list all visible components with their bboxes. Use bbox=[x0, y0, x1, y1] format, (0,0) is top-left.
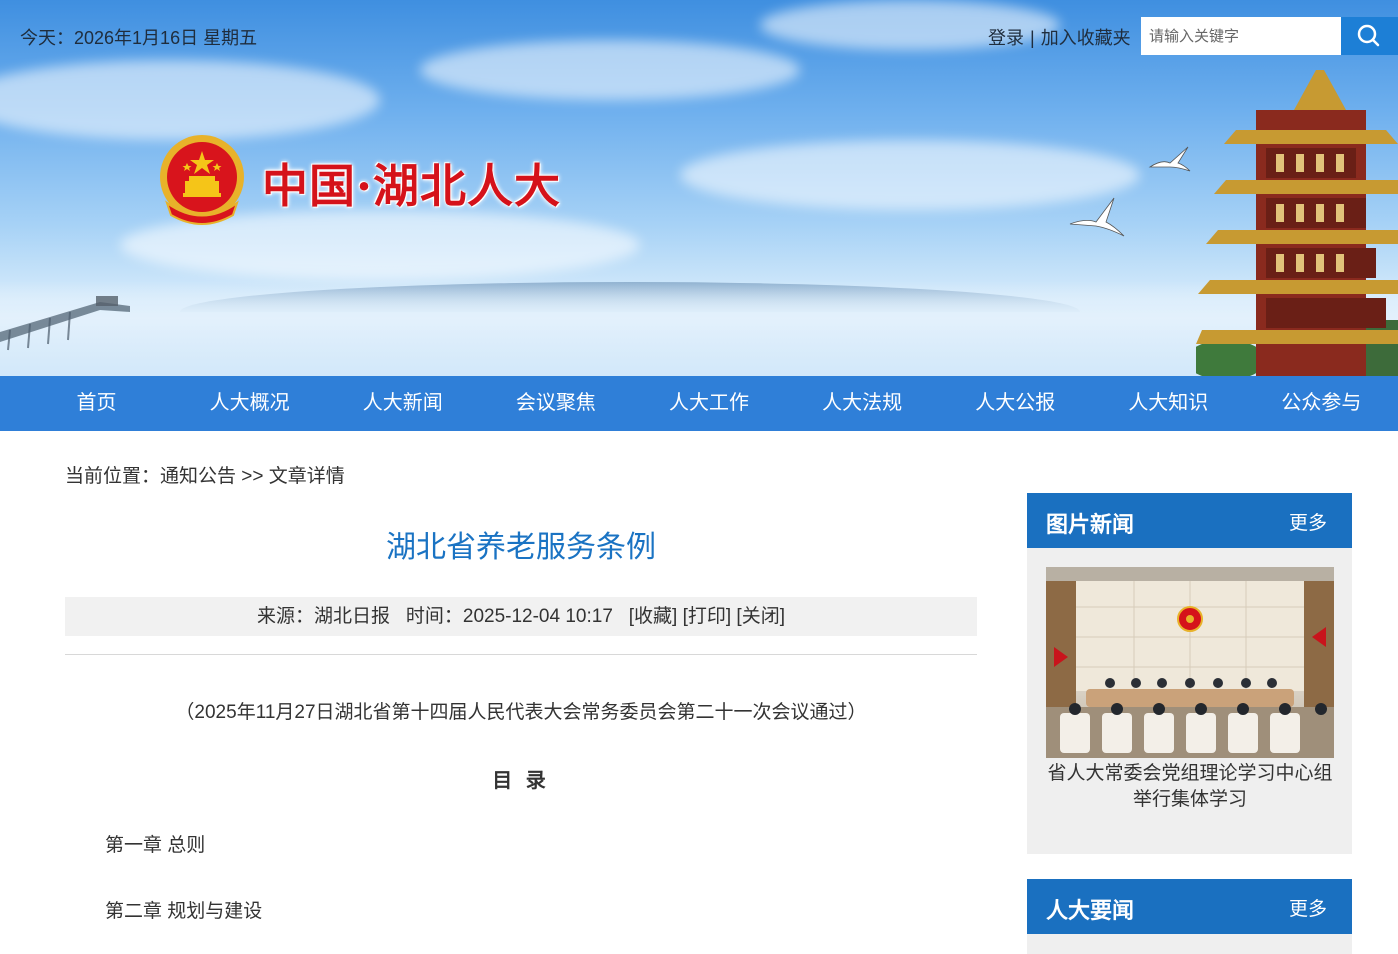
nav-item-news[interactable]: 人大新闻 bbox=[326, 376, 479, 431]
article-divider bbox=[65, 654, 977, 655]
favorite-action-link[interactable]: [收藏] bbox=[629, 606, 678, 627]
nav-item-regulations[interactable]: 人大法规 bbox=[786, 376, 939, 431]
main-nav: 首页 人大概况 人大新闻 会议聚焦 人大工作 人大法规 人大公报 人大知识 公众… bbox=[0, 376, 1398, 431]
meeting-photo bbox=[1046, 567, 1334, 758]
current-date: 今天：2026年1月16日 星期五 bbox=[20, 28, 258, 48]
print-action-link[interactable]: [打印] bbox=[683, 606, 732, 627]
nav-item-work[interactable]: 人大工作 bbox=[632, 376, 785, 431]
nav-item-knowledge[interactable]: 人大知识 bbox=[1092, 376, 1245, 431]
photo-news-title: 图片新闻 bbox=[1046, 512, 1135, 537]
article-time: 时间：2025-12-04 10:17 bbox=[405, 606, 613, 627]
article-meta-bar: 来源：湖北日报 时间：2025-12-04 10:17 [收藏] [打印] [关… bbox=[65, 597, 977, 636]
header-banner: 今天：2026年1月16日 星期五 登录 | 加入收藏夹 中国·湖北人大 bbox=[0, 0, 1398, 376]
article-source: 来源：湖北日报 bbox=[257, 606, 391, 627]
fog-layer bbox=[0, 280, 1398, 376]
photo-news-caption-link[interactable]: 省人大常委会党组理论学习中心组举行集体学习 bbox=[1040, 761, 1340, 813]
nav-item-public-participation[interactable]: 公众参与 bbox=[1245, 376, 1398, 431]
breadcrumb: 当前位置：通知公告 >> 文章详情 bbox=[65, 461, 345, 488]
photo-news-image[interactable] bbox=[1046, 567, 1334, 758]
article-title: 湖北省养老服务条例 bbox=[386, 531, 656, 564]
search-input[interactable] bbox=[1141, 17, 1341, 55]
toc-heading: 目 录 bbox=[492, 770, 550, 792]
toc-chapter: 第二章 规划与建设 bbox=[105, 901, 263, 922]
article-passed-note: （2025年11月27日湖北省第十四届人民代表大会常务委员会第二十一次会议通过） bbox=[175, 702, 867, 723]
nav-item-overview[interactable]: 人大概况 bbox=[173, 376, 326, 431]
npc-news-panel bbox=[1027, 934, 1352, 954]
nav-item-home[interactable]: 首页 bbox=[20, 376, 173, 431]
breadcrumb-current: 文章详情 bbox=[268, 466, 345, 487]
yellow-crane-tower-illustration bbox=[1196, 70, 1398, 376]
breadcrumb-arrow: >> bbox=[236, 466, 269, 487]
national-emblem-icon bbox=[160, 135, 244, 225]
top-links: 登录 | 加入收藏夹 bbox=[988, 24, 1131, 50]
nav-item-bulletin[interactable]: 人大公报 bbox=[939, 376, 1092, 431]
npc-news-header: 人大要闻 更多 bbox=[1027, 879, 1352, 934]
site-title: 中国·湖北人大 bbox=[262, 159, 562, 213]
link-separator: | bbox=[1030, 28, 1035, 48]
npc-news-more-link[interactable]: 更多 bbox=[1289, 894, 1327, 921]
photo-news-more-link[interactable]: 更多 bbox=[1289, 508, 1327, 535]
login-link[interactable]: 登录 bbox=[988, 28, 1024, 48]
breadcrumb-prefix: 当前位置： bbox=[65, 466, 161, 487]
search-icon bbox=[1357, 24, 1380, 47]
add-favorite-link[interactable]: 加入收藏夹 bbox=[1041, 28, 1131, 48]
cloud bbox=[0, 60, 380, 140]
bridge-illustration bbox=[0, 296, 130, 351]
cloud bbox=[420, 40, 800, 100]
nav-item-meetings[interactable]: 会议聚焦 bbox=[479, 376, 632, 431]
toc-chapter: 第一章 总则 bbox=[105, 835, 206, 856]
photo-news-header: 图片新闻 更多 bbox=[1027, 493, 1352, 548]
close-action-link[interactable]: [关闭] bbox=[736, 606, 785, 627]
npc-news-title: 人大要闻 bbox=[1046, 898, 1135, 923]
breadcrumb-section-link[interactable]: 通知公告 bbox=[160, 466, 236, 487]
crane-bird-icon bbox=[1148, 146, 1191, 172]
search-button[interactable] bbox=[1341, 17, 1398, 55]
crane-bird-icon bbox=[1069, 197, 1125, 237]
